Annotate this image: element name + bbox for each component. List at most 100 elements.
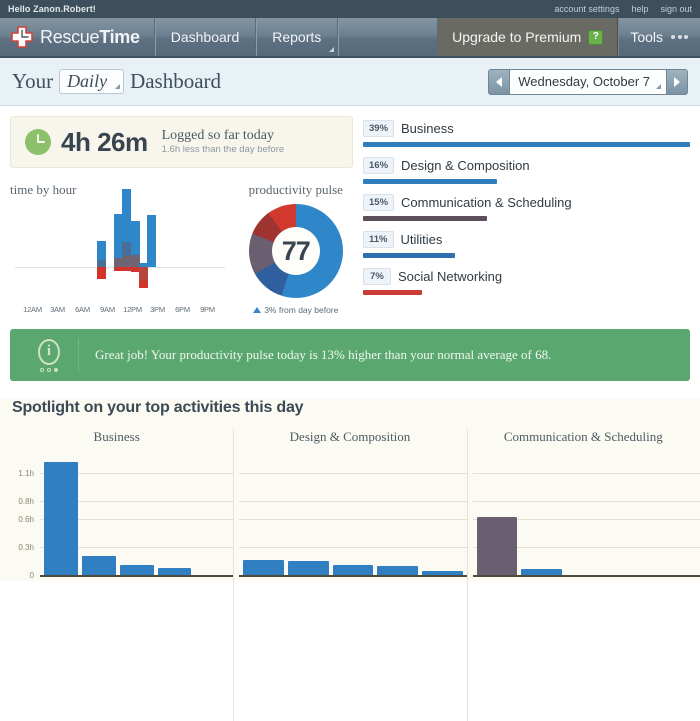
y-axis-tick-label: 0.6h [18,515,34,525]
spotlight-bar[interactable] [521,568,562,575]
page-title-dashboard: Dashboard [130,69,222,93]
hour-axis-label: 6PM [175,305,190,314]
spotlight-bar[interactable] [81,556,116,575]
spotlight-plot [233,455,467,581]
spotlight-bar[interactable] [157,567,192,575]
category-name: Social Networking [398,269,503,284]
spotlight-column-title: Communication & Scheduling [503,429,663,444]
clock-icon [25,129,51,155]
tools-menu-button[interactable]: Tools [618,18,700,56]
date-navigator: Wednesday, October 7 [488,68,688,95]
hour-axis-label: 6AM [75,305,90,314]
spotlight-bars [476,459,696,575]
hour-bar[interactable] [147,214,157,267]
spotlight-bar[interactable] [243,560,284,575]
spotlight-bar[interactable] [422,571,463,575]
category-item[interactable]: 11% Utilities [363,231,690,258]
category-percent: 11% [363,231,394,248]
spotlight-column: Communication & Scheduling [466,429,700,721]
productivity-banner: i Great job! Your productivity pulse tod… [10,329,690,381]
spotlight-column-title: Business [93,429,140,444]
spotlight-plot: 1.1h 0.8h 0.6h 0.3h 0 [0,455,234,581]
pulse-score: 77 [271,227,320,275]
ellipsis-icon [671,35,688,39]
time-by-hour-plot[interactable] [10,188,225,299]
category-item[interactable]: 7% Social Networking [363,268,690,295]
category-bar [363,142,690,147]
time-logged-comparison: 1.6h less than the day before [161,143,285,155]
time-logged-label: Logged so far today [161,127,274,143]
hour-axis-label: 9PM [200,305,215,314]
upgrade-to-premium-button[interactable]: Upgrade to Premium ? [438,18,619,56]
overview-row: 4h 26m Logged so far today 1.6h less tha… [10,116,690,315]
dashboard-content: 4h 26m Logged so far today 1.6h less tha… [0,106,700,315]
time-logged-meta: Logged so far today 1.6h less than the d… [162,128,285,156]
category-percent: 15% [363,194,395,211]
account-settings-link[interactable]: account settings [554,4,619,14]
time-by-hour-chart: time by hour 12AM 3AM 6AM 9AM 12PM 3PM 6PM 9PM [10,182,225,315]
category-bar [363,216,488,221]
spotlight-bar[interactable] [119,564,154,575]
hour-bar-segment [130,220,140,255]
spotlight-column: Design & Composition [233,429,467,721]
pulse-caption: productivity pulse [248,182,343,197]
spotlight-column-title: Design & Composition [289,429,411,444]
banner-pager-dots[interactable] [40,367,58,372]
rescuetime-logo[interactable]: RescueTime [0,18,155,56]
spotlight-bar[interactable] [377,565,419,575]
spotlight-bar[interactable] [288,561,329,575]
time-by-hour-axis: 12AM 3AM 6AM 9AM 12PM 3PM 6PM 9PM [10,305,225,314]
y-axis-tick-label: 0.3h [18,543,34,553]
category-item[interactable]: 15% Communication & Scheduling [363,194,690,221]
period-select[interactable]: Daily [59,69,125,94]
hour-bar[interactable] [138,263,148,289]
y-axis-tick-label: 0 [29,571,34,580]
y-axis-tick-label: 1.1h [18,468,34,478]
category-percent: 39% [363,120,395,137]
next-day-button[interactable] [666,68,688,95]
help-question-icon[interactable]: ? [588,29,604,45]
category-header: 7% Social Networking [363,268,690,285]
previous-day-button[interactable] [488,68,511,95]
category-percent: 7% [363,268,391,285]
productivity-pulse-chart: productivity pulse 77 3% from day before [239,182,353,315]
nav-spacer [338,18,439,56]
spotlight-bar[interactable] [44,461,78,575]
main-navigation: RescueTime Dashboard Reports Upgrade to … [0,18,700,58]
top-categories-list: 39% Business 16% Design & Composition 15% Com… [363,116,690,315]
x-axis-baseline [239,575,467,577]
hour-axis-label: 12PM [123,305,142,314]
greeting-text: Hello Zanon.Robert! [8,4,96,14]
category-item[interactable]: 16% Design & Composition [363,157,690,184]
y-axis-tick-label: 0.8h [18,496,34,506]
banner-message: Great job! Your productivity pulse today… [95,347,552,362]
category-name: Utilities [400,232,443,247]
pulse-donut[interactable]: 77 [248,204,343,298]
hour-bar[interactable] [97,240,107,280]
category-item[interactable]: 39% Business [363,120,690,147]
page-title-bar: Your Daily Dashboard Wednesday, October … [0,58,700,106]
date-picker[interactable]: Wednesday, October 7 [510,68,666,95]
category-percent: 16% [363,157,395,174]
arrow-up-icon [253,307,262,313]
hour-bar-segment [147,214,157,267]
spotlight-bar[interactable] [476,517,518,575]
pulse-delta: 3% from day before [239,305,353,315]
logo-rescue-text: Rescue [40,26,100,47]
spotlight-bar[interactable] [332,564,374,575]
nav-item-dashboard[interactable]: Dashboard [155,18,257,56]
page-title: Your Daily Dashboard [12,69,221,94]
spotlight-title: Spotlight on your top activities this da… [12,399,304,416]
category-bar [363,179,498,184]
sign-out-link[interactable]: sign out [660,4,692,14]
logo-time-text: Time [99,26,140,47]
help-link[interactable]: help [631,4,648,14]
chevron-left-icon [496,76,503,87]
rescuetime-cross-clock-icon [10,25,34,49]
pulse-delta-text: 3% from day before [264,305,339,315]
nav-item-reports[interactable]: Reports [256,18,339,56]
hour-bar-segment [138,280,148,289]
category-name: Design & Composition [401,158,530,173]
hour-axis-label: 9AM [100,305,115,314]
logo-wordmark: RescueTime [40,27,140,48]
